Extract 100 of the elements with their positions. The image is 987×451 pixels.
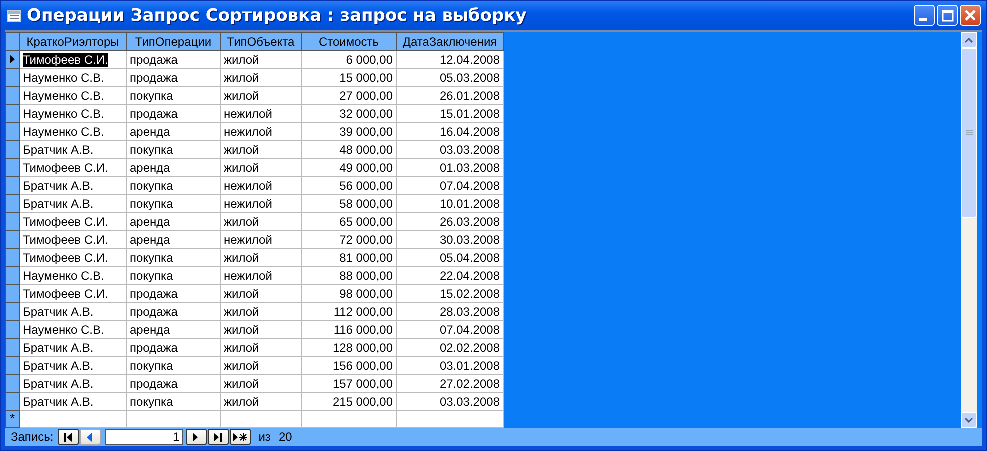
scroll-up-button[interactable] — [961, 32, 977, 48]
table-cell: 65 000,00 — [340, 214, 393, 228]
table-cell: 27 000,00 — [340, 88, 393, 102]
table-cell: нежилой — [224, 106, 272, 120]
maximize-button[interactable] — [937, 5, 958, 26]
new-record-button[interactable] — [230, 429, 251, 445]
minimize-button[interactable] — [914, 5, 935, 26]
table-cell: нежилой — [224, 268, 272, 282]
table-cell: 15.02.2008 — [440, 286, 500, 300]
table-cell: 116 000,00 — [334, 322, 393, 336]
table-cell: 12.04.2008 — [440, 52, 500, 66]
table-cell: Братчик А.В. — [23, 358, 94, 372]
column-header[interactable]: ТипОперации — [126, 32, 220, 50]
table-cell: 07.04.2008 — [440, 322, 500, 336]
table-cell: продажа — [130, 286, 178, 300]
triangle-right-icon — [193, 432, 200, 442]
column-header[interactable]: Стоимость — [302, 32, 396, 50]
last-record-button[interactable] — [208, 429, 229, 445]
table-cell: Братчик А.В. — [23, 142, 94, 156]
triangle-left-icon — [87, 432, 94, 442]
chevron-up-icon — [965, 38, 973, 42]
next-record-button[interactable] — [186, 429, 207, 445]
table-cell: аренда — [130, 160, 170, 174]
table-cell: Братчик А.В. — [23, 196, 94, 210]
table-cell: 05.03.2008 — [440, 70, 500, 84]
scroll-down-button[interactable] — [961, 412, 977, 428]
first-record-icon — [63, 432, 74, 442]
table-cell: Тимофеев С.И. — [23, 160, 108, 174]
vertical-scrollbar[interactable] — [961, 32, 977, 428]
table-cell: Братчик А.В. — [23, 394, 94, 408]
table-cell: 26.01.2008 — [440, 88, 500, 102]
record-number-field[interactable]: 1 — [104, 429, 183, 445]
table-cell: 157 000,00 — [332, 376, 393, 390]
of-label: из — [258, 430, 271, 444]
table-cell: покупка — [130, 88, 174, 102]
table-cell: Братчик А.В. — [23, 178, 94, 192]
table-cell: Науменко С.В. — [23, 88, 104, 102]
table-cell: 72 000,00 — [340, 232, 393, 246]
column-header[interactable]: ТипОбъекта — [220, 32, 302, 50]
table-cell: жилой — [224, 160, 260, 174]
table-cell: продажа — [130, 376, 178, 390]
table-cell: 112 000,00 — [334, 304, 393, 318]
table-cell: Науменко С.В. — [23, 268, 104, 282]
table-cell: 03.01.2008 — [440, 358, 500, 372]
table-cell: покупка — [130, 250, 174, 264]
table-cell: нежилой — [224, 196, 272, 210]
table-cell: 15 000,00 — [340, 70, 393, 84]
table-cell: 22.04.2008 — [440, 268, 500, 282]
window-title: Операции Запрос Сортировка : запрос на выборку — [27, 6, 528, 26]
record-count: 20 — [278, 430, 292, 444]
table-cell: Науменко С.В. — [23, 70, 104, 84]
table-cell: 81 000,00 — [340, 250, 393, 264]
table-cell: покупка — [130, 394, 174, 408]
table-cell: продажа — [130, 106, 178, 120]
table-cell: Тимофеев С.И. — [23, 214, 108, 228]
table-cell: жилой — [224, 340, 260, 354]
table-cell: 215 000,00 — [332, 394, 393, 408]
table-cell: нежилой — [224, 124, 272, 138]
maximize-icon — [942, 10, 954, 22]
table-cell: 05.04.2008 — [440, 250, 500, 264]
table-cell: Науменко С.В. — [23, 322, 104, 336]
table-cell: продажа — [130, 340, 178, 354]
record-label: Запись: — [11, 430, 54, 444]
column-header[interactable]: ДатаЗаключения — [396, 32, 504, 50]
first-record-button[interactable] — [58, 429, 79, 445]
table-cell: Тимофеев С.И. — [23, 250, 108, 264]
table-cell: покупка — [130, 178, 174, 192]
table-cell: жилой — [224, 322, 260, 336]
table-cell: аренда — [130, 124, 170, 138]
table-cell: жилой — [224, 142, 260, 156]
grip-icon — [966, 130, 972, 136]
close-button[interactable] — [960, 5, 981, 26]
table-cell: продажа — [130, 52, 178, 66]
new-record-icon — [232, 432, 248, 442]
table-cell: жилой — [224, 304, 260, 318]
table-cell: 49 000,00 — [340, 160, 393, 174]
table-cell: аренда — [130, 214, 170, 228]
last-record-icon — [213, 432, 224, 442]
table-cell: Братчик А.В. — [23, 340, 94, 354]
table-cell: 10.01.2008 — [440, 196, 500, 210]
table-cell: покупка — [130, 268, 174, 282]
scroll-thumb[interactable] — [961, 48, 977, 218]
table-cell: 32 000,00 — [340, 106, 393, 120]
table-cell: жилой — [224, 70, 260, 84]
table-cell: Науменко С.В. — [23, 106, 104, 120]
table-cell: 15.01.2008 — [440, 106, 500, 120]
table-cell: аренда — [130, 232, 170, 246]
table-cell: продажа — [130, 70, 178, 84]
column-header[interactable]: КраткоРиэлторы — [20, 32, 126, 50]
table-cell: Братчик А.В. — [23, 376, 94, 390]
minimize-icon — [918, 18, 928, 22]
table-cell: 88 000,00 — [340, 268, 393, 282]
table-cell: жилой — [224, 52, 260, 66]
table-cell: 03.03.2008 — [440, 394, 500, 408]
record-selector[interactable] — [6, 50, 20, 68]
table-cell: 156 000,00 — [332, 358, 393, 372]
table-cell: 28.03.2008 — [440, 304, 500, 318]
close-icon — [964, 9, 977, 22]
new-record-marker: * — [10, 411, 16, 426]
table-cell: 98 000,00 — [340, 286, 393, 300]
